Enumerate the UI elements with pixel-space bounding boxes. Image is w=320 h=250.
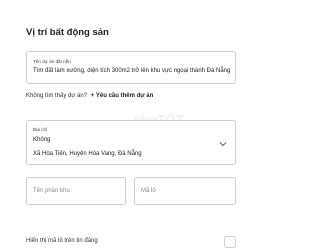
request-add-project-link[interactable]: Yêu cầu thêm dự án (96, 93, 153, 99)
lot-code-input[interactable]: Mã lô (134, 177, 236, 205)
address-line2: Xã Hòa Tiến, Huyện Hòa Vang, Đà Nẵng (33, 151, 142, 157)
plus-icon[interactable]: + (91, 93, 95, 99)
project-name-field[interactable]: Tên dự án đất nền Tìm đất làm xưởng, diệ… (26, 51, 236, 84)
subdivision-input[interactable]: Tên phân khu (26, 177, 126, 205)
chevron-down-icon[interactable] (219, 140, 227, 148)
project-name-label: Tên dự án đất nền (33, 59, 71, 64)
section-title: Vị trí bất động sản (26, 27, 109, 38)
show-lot-code-label: Hiển thị mã lô trên tin đăng (26, 238, 98, 244)
lot-code-placeholder: Mã lô (141, 188, 156, 194)
project-name-value[interactable]: Tìm đất làm xưởng, diện tích 300m2 trở l… (33, 68, 230, 74)
address-label: Địa chỉ (33, 127, 48, 132)
address-field[interactable]: Địa chỉ Không Xã Hòa Tiến, Huyện Hòa Van… (26, 120, 236, 165)
subdivision-placeholder: Tên phân khu (33, 188, 70, 194)
show-lot-code-toggle[interactable] (224, 236, 236, 248)
address-line1: Không (33, 137, 51, 143)
missing-project-hint: Không tìm thấy dự án? + Yêu cầu thêm dự … (26, 93, 153, 99)
missing-project-text: Không tìm thấy dự án? (26, 93, 88, 99)
